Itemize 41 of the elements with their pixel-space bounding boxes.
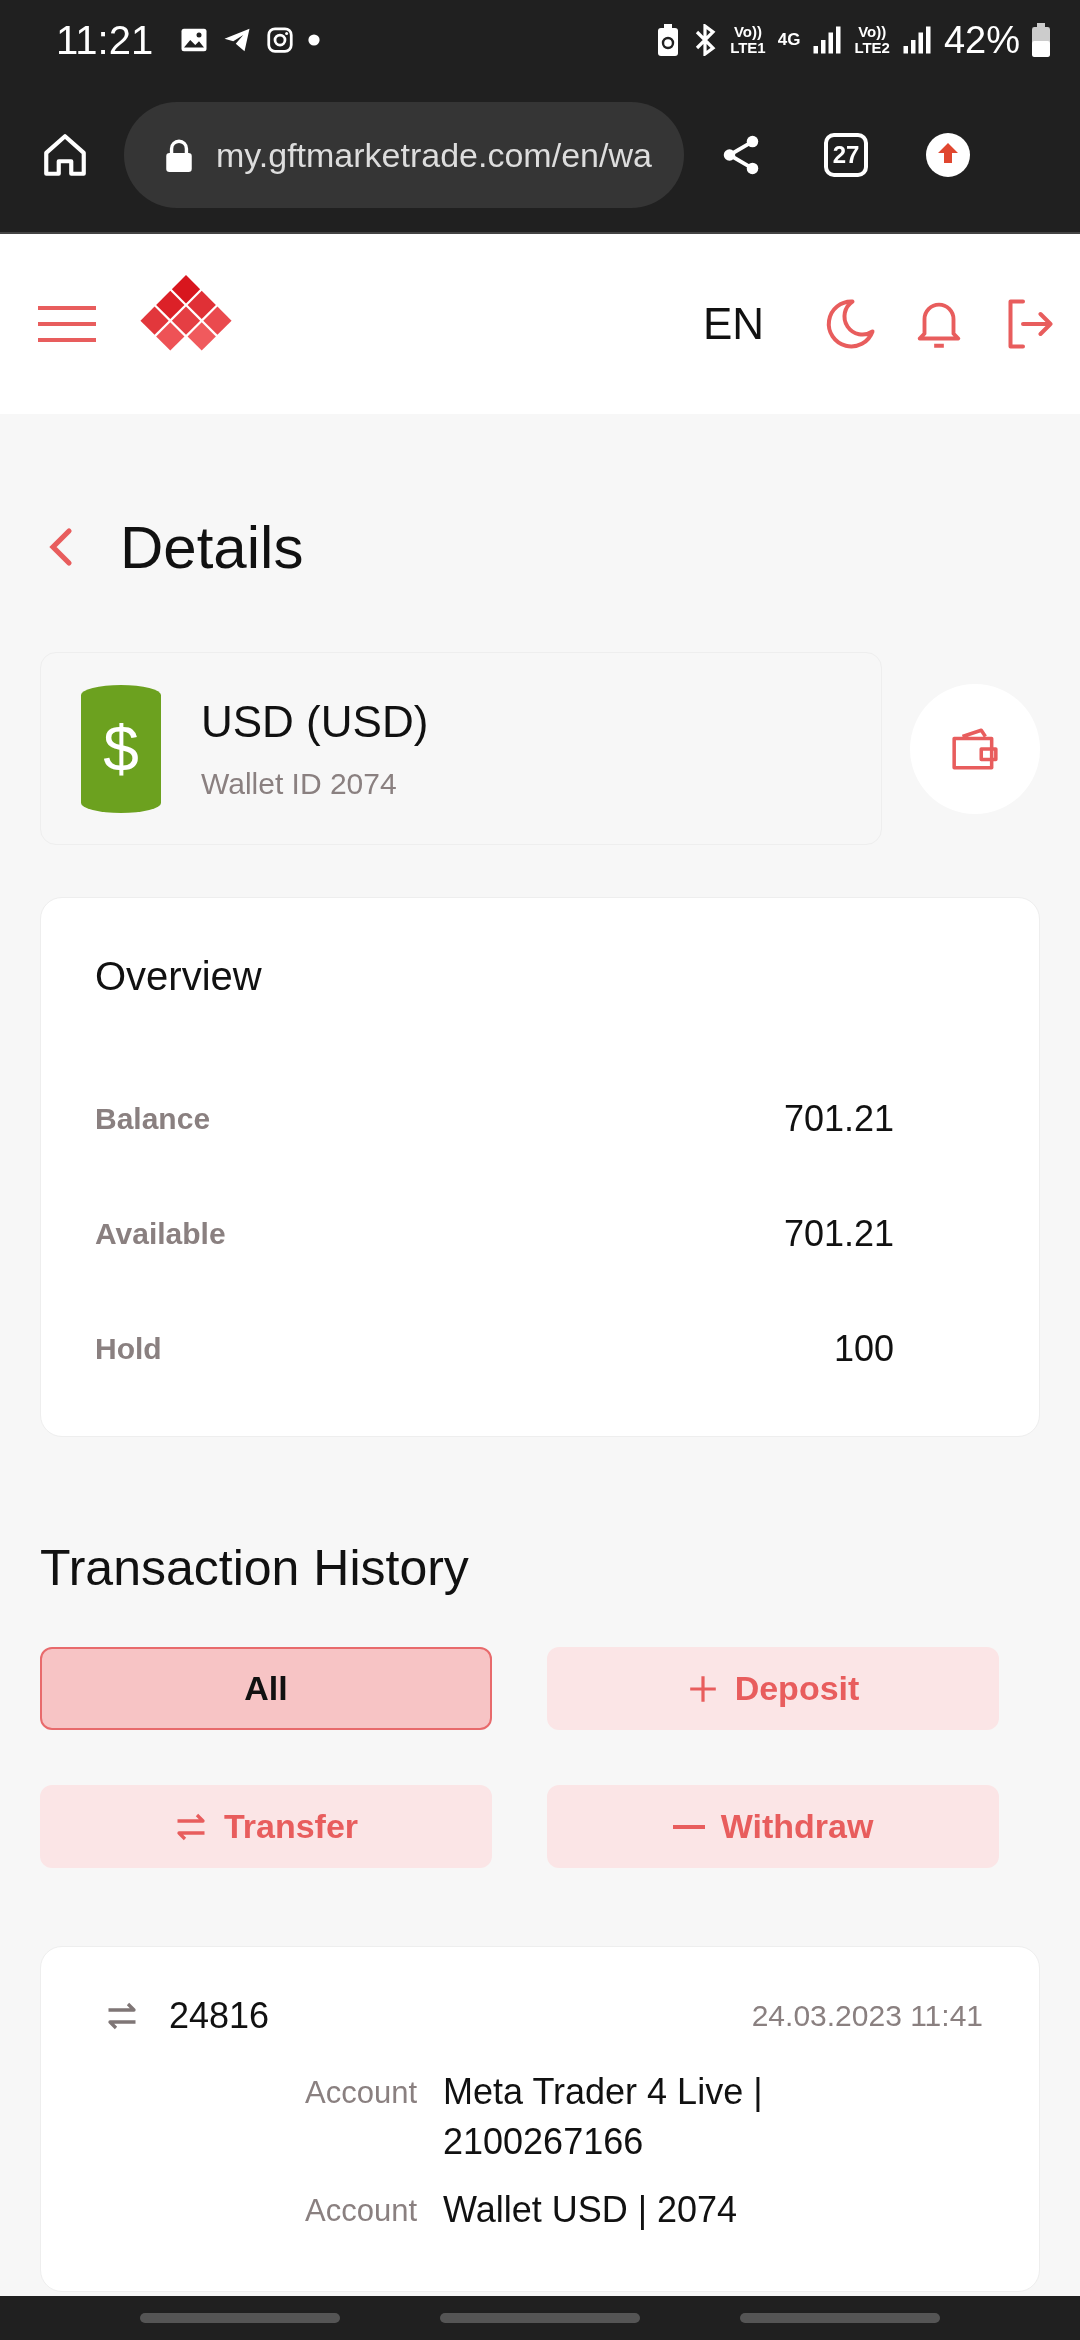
field-label: Account: [304, 2192, 417, 2229]
page-title: Details: [120, 512, 304, 582]
battery-saver-icon: [656, 24, 681, 56]
signal-icon: [812, 25, 843, 55]
url-text: my.gftmarketrade.com/en/wa: [216, 135, 652, 175]
tab-count[interactable]: 27: [824, 133, 868, 177]
battery-icon: [1032, 23, 1050, 57]
overview-value: 701.21: [783, 1212, 894, 1255]
status-time: 11:21: [56, 17, 154, 63]
wallet-name: USD (USD): [201, 696, 429, 747]
overview-label: Balance: [95, 1101, 211, 1136]
battery-level: 42%: [943, 18, 1020, 62]
language-selector[interactable]: EN: [702, 299, 764, 349]
field-label: Account: [304, 2074, 417, 2111]
network-label: Vo)) LTE1: [730, 24, 766, 56]
wallet-id: Wallet ID 2074: [201, 766, 398, 801]
minus-icon: [672, 1824, 705, 1829]
lock-icon: [164, 138, 194, 172]
transaction-card[interactable]: 24816 24.03.2023 11:41 Account Meta Trader 4 Live | 2100267166 Account Wallet USD | 2074: [40, 1946, 1040, 2292]
currency-badge: $: [81, 684, 161, 813]
network-label: 4G: [777, 32, 801, 48]
camera-icon: [265, 25, 296, 55]
update-icon[interactable]: [924, 131, 972, 179]
field-value: Meta Trader 4 Live | 2100267166: [443, 2070, 764, 2164]
section-title: Transaction History: [40, 1539, 470, 1597]
overview-value: 701.21: [783, 1097, 894, 1140]
field-value: Wallet USD | 2074: [443, 2188, 739, 2232]
swap-arrows-icon: [105, 2001, 139, 2031]
overview-title: Overview: [95, 954, 263, 999]
address-bar[interactable]: my.gftmarketrade.com/en/wa: [124, 102, 684, 208]
dot-icon: [307, 33, 322, 47]
network-label: Vo)) LTE2: [854, 24, 890, 56]
transaction-date: 24.03.2023 11:41: [751, 1999, 983, 2033]
filter-button[interactable]: All: [40, 1647, 492, 1730]
menu-icon[interactable]: [38, 304, 96, 344]
wallet-icon: [950, 725, 1001, 772]
overview-label: Available: [95, 1216, 226, 1251]
transaction-id: 24816: [169, 1995, 270, 2037]
overview-label: Hold: [95, 1331, 162, 1366]
signal-icon: [901, 25, 932, 55]
overview-value: 100: [833, 1327, 894, 1370]
